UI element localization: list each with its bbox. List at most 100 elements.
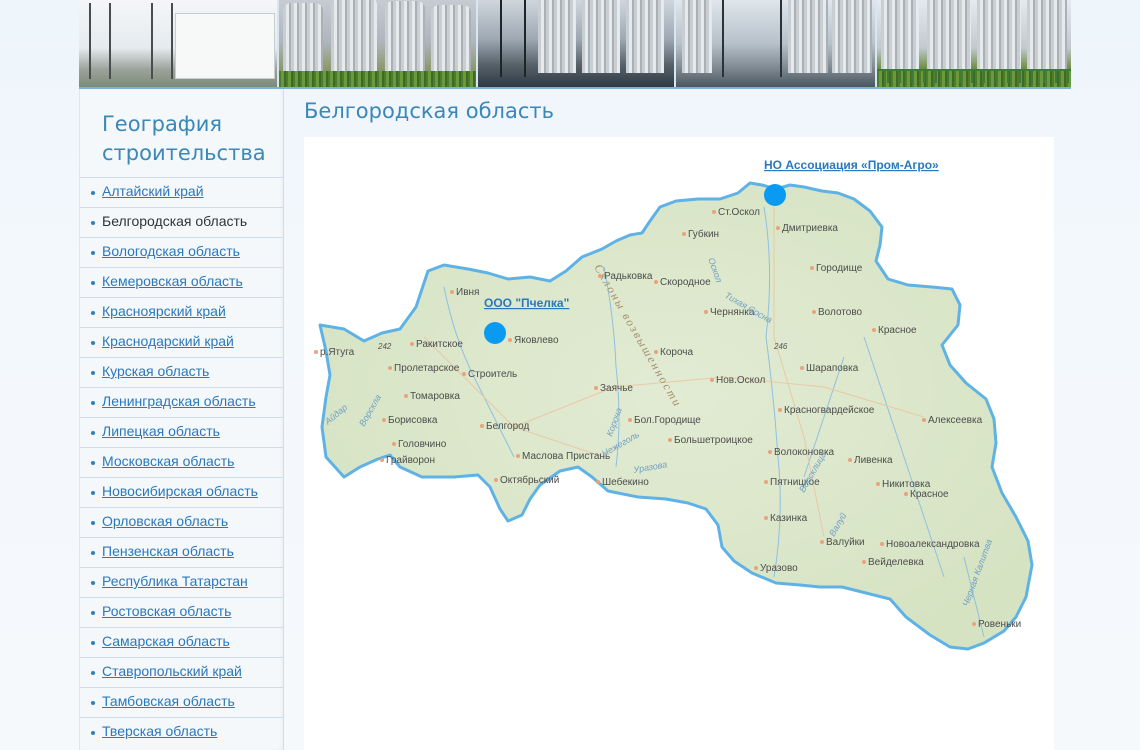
sidebar-item[interactable]: Тамбовская область [80,687,283,717]
town-label: Ст.Оскол [718,207,760,218]
town-label: Нов.Оскол [716,375,765,386]
town-label: Грайворон [386,455,435,466]
town-dot [710,378,714,382]
sidebar-item[interactable]: Орловская область [80,507,283,537]
town-label: р.Ятуга [320,347,355,358]
town-label: Красное [878,325,917,336]
town-dot [800,366,804,370]
town-dot [594,386,598,390]
sidebar-item-link[interactable]: Курская область [102,363,209,379]
silo-shape [283,3,324,73]
sidebar-item[interactable]: Краснодарский край [80,327,283,357]
town-dot [382,418,386,422]
machinery-frame-shape [722,0,783,77]
town-dot [922,418,926,422]
sidebar-item[interactable]: Липецкая область [80,417,283,447]
town-dot [388,366,392,370]
sidebar-item[interactable]: Курская область [80,357,283,387]
sidebar-item[interactable]: Пензенская область [80,537,283,567]
silo-shape [431,5,472,73]
town-label: Губкин [688,228,719,240]
sidebar-item-link[interactable]: Самарская область [102,633,230,649]
sidebar-item-link[interactable]: Московская область [102,453,234,469]
sidebar-item[interactable]: Республика Татарстан [80,567,283,597]
marker-link-prom-agro[interactable]: НО Ассоциация «Пром-Агро» [764,158,939,172]
sidebar-item[interactable]: Ленинградская область [80,387,283,417]
town-dot [628,418,632,422]
sidebar-item-link[interactable]: Тамбовская область [102,693,235,709]
grass-shape [279,71,476,87]
sidebar-item-link[interactable]: Красноярский край [102,303,226,319]
silo-shape [331,0,378,73]
town-dot [820,540,824,544]
banner-photo-fence [876,0,1071,87]
sidebar-item-link[interactable]: Кемеровская область [102,273,243,289]
sidebar-item[interactable]: Московская область [80,447,283,477]
town-dot [810,266,814,270]
town-dot [876,482,880,486]
town-dot [410,342,414,346]
sidebar-item[interactable]: Новосибирская область [80,477,283,507]
town-label: Новоалександровка [886,539,980,550]
town-label: Уразово [760,563,798,574]
town-label: Пролетарское [394,363,460,374]
sidebar-item[interactable]: Самарская область [80,627,283,657]
town-label: Красногвардейское [784,405,875,416]
sidebar-item[interactable]: Кемеровская область [80,267,283,297]
elevation-label: 246 [773,342,788,351]
marker-dot[interactable] [764,184,786,206]
region-map: Склоны возвышенности 242 246 Ст.Оскол Губ… [304,137,1054,750]
town-label: Радьковка [604,271,653,282]
sidebar-item-link[interactable]: Ростовская область [102,603,231,619]
silo-shape [385,1,426,73]
silo-shape [581,0,620,73]
town-dot [872,328,876,332]
sidebar-item-link[interactable]: Краснодарский край [102,333,234,349]
town-dot [848,458,852,462]
sidebar-item[interactable]: Тверская область [80,717,283,747]
town-dot [508,338,512,342]
town-label: Заячье [600,383,633,394]
sidebar-item[interactable]: Вологодская область [80,237,283,267]
sidebar-item-link[interactable]: Орловская область [102,513,228,529]
sidebar-item-link[interactable]: Липецкая область [102,423,220,439]
town-dot [764,480,768,484]
town-label: Большетроицкое [674,435,753,446]
sidebar-item-link[interactable]: Республика Татарстан [102,573,248,589]
town-label: Маслова Пристань [522,451,610,462]
town-label: Городище [816,263,863,274]
fence-shape [876,69,1071,83]
sidebar-item-link[interactable]: Ставропольский край [102,663,242,679]
banner-photo-machinery [676,0,877,87]
sidebar-item-link[interactable]: Вологодская область [102,243,240,259]
town-label: Белгород [486,421,530,432]
banner-photo-conveyor [477,0,677,87]
building-shape [175,13,275,79]
town-dot [764,516,768,520]
sidebar-item-link[interactable]: Тверская область [102,723,217,739]
page-title: Белгородская область [304,99,554,123]
region-list: Алтайский край Белгородская область Волого… [80,177,283,747]
town-label: Алексеевка [928,415,983,426]
sidebar-item[interactable]: Красноярский край [80,297,283,327]
town-dot [654,280,658,284]
sidebar-item-link[interactable]: Алтайский край [102,183,204,199]
sidebar-item[interactable]: Алтайский край [80,177,283,207]
sidebar-item-link[interactable]: Ленинградская область [102,393,256,409]
town-label: Ливенка [854,455,893,466]
marker-link-pchelka[interactable]: ООО "Пчелка" [484,296,569,310]
town-dot [754,566,758,570]
town-dot [668,438,672,442]
town-label: Скородное [660,277,711,288]
town-dot [314,350,318,354]
sidebar-item[interactable]: Ростовская область [80,597,283,627]
sidebar-item-link[interactable]: Новосибирская область [102,483,258,499]
town-dot [812,310,816,314]
town-label: Короча [660,347,694,358]
sidebar-item[interactable]: Ставропольский край [80,657,283,687]
sidebar: География строительства Алтайский край Бел… [79,89,284,750]
marker-dot[interactable] [484,322,506,344]
sidebar-item-link[interactable]: Пензенская область [102,543,234,559]
town-label: Вейделевка [868,557,924,568]
town-dot [682,232,686,236]
